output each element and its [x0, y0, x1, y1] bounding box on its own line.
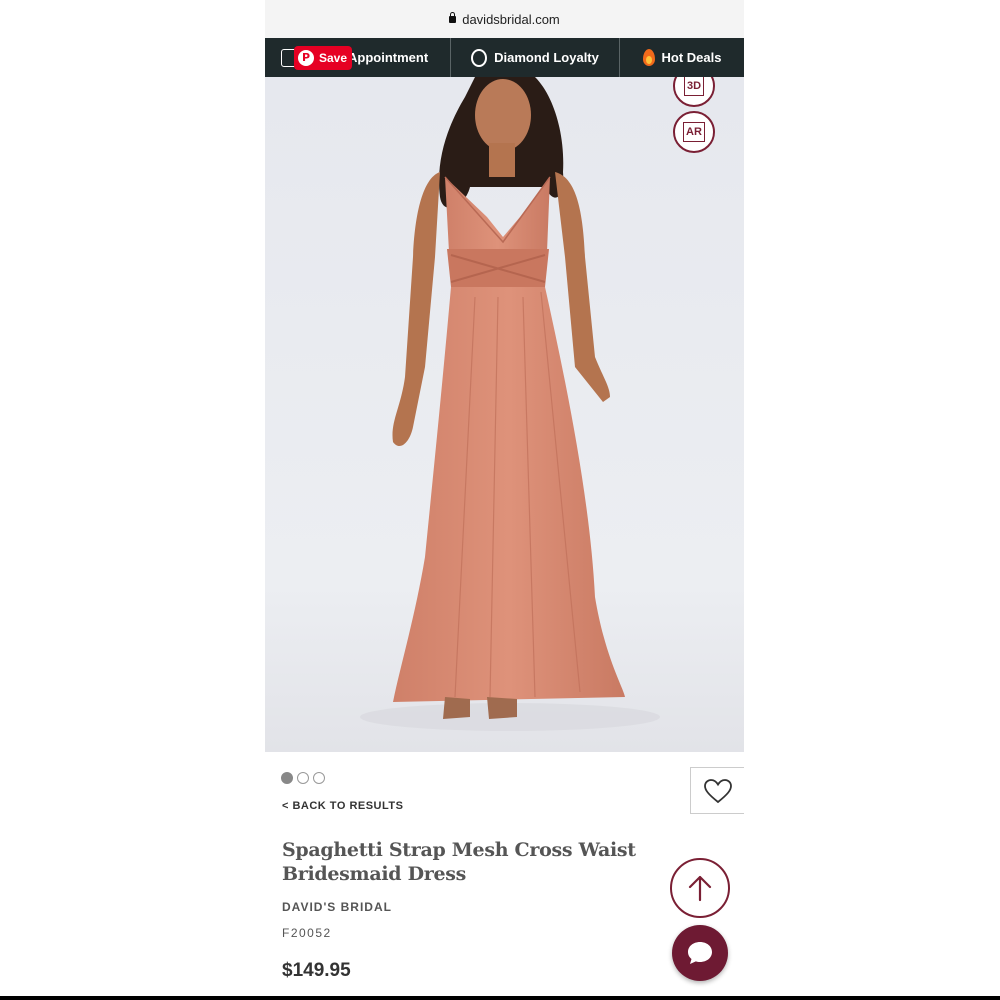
nav-hot-deals-label: Hot Deals — [661, 50, 722, 65]
nav-diamond-loyalty-label: Diamond Loyalty — [494, 50, 599, 65]
product-sku: F20052 — [282, 926, 332, 940]
badge-3d-label: 3D — [683, 77, 705, 96]
back-to-results-link[interactable]: < BACK TO RESULTS — [282, 800, 403, 812]
ring-icon — [471, 48, 488, 67]
phone-viewport: davidsbridal.com Appointment Diamond Loy… — [265, 0, 744, 1000]
nav-hot-deals[interactable]: Hot Deals — [620, 38, 744, 77]
product-price: $149.95 — [282, 960, 351, 981]
url-display[interactable]: davidsbridal.com — [265, 12, 744, 27]
browser-url-bar[interactable]: davidsbridal.com — [265, 0, 744, 38]
pinterest-save-label: Save — [319, 51, 348, 65]
badge-ar-label: AR — [683, 122, 705, 142]
gallery-dot-3[interactable] — [313, 772, 325, 784]
wishlist-button[interactable] — [690, 767, 744, 814]
lock-icon — [449, 12, 457, 23]
flame-icon — [642, 49, 655, 66]
nav-appointment-label: Appointment — [348, 50, 429, 65]
product-title-line-2: Bridesmaid Dress — [282, 863, 467, 885]
nav-appointment[interactable]: Appointment — [265, 38, 451, 77]
url-text: davidsbridal.com — [462, 12, 560, 27]
product-title: Spaghetti Strap Mesh Cross Waist Bridesm… — [282, 838, 642, 886]
arrow-up-icon — [688, 875, 712, 902]
heart-icon — [704, 778, 732, 803]
gallery-pagination — [281, 772, 325, 784]
product-title-line-1: Spaghetti Strap Mesh Cross Waist — [282, 839, 636, 861]
pinterest-save-button[interactable]: Save — [294, 46, 352, 70]
scroll-to-top-button[interactable] — [670, 858, 730, 918]
product-image[interactable]: 3D AR — [265, 77, 744, 752]
screen-bottom-edge — [0, 996, 1000, 1000]
gallery-dot-2[interactable] — [297, 772, 309, 784]
pinterest-icon — [298, 50, 314, 66]
model-photo — [265, 77, 744, 752]
chat-bubble-icon — [688, 942, 712, 964]
chat-button[interactable] — [672, 925, 728, 981]
nav-diamond-loyalty[interactable]: Diamond Loyalty — [451, 38, 620, 77]
product-brand[interactable]: DAVID'S BRIDAL — [282, 900, 392, 914]
gallery-dot-1[interactable] — [281, 772, 293, 784]
view-ar-button[interactable]: AR — [673, 111, 715, 153]
